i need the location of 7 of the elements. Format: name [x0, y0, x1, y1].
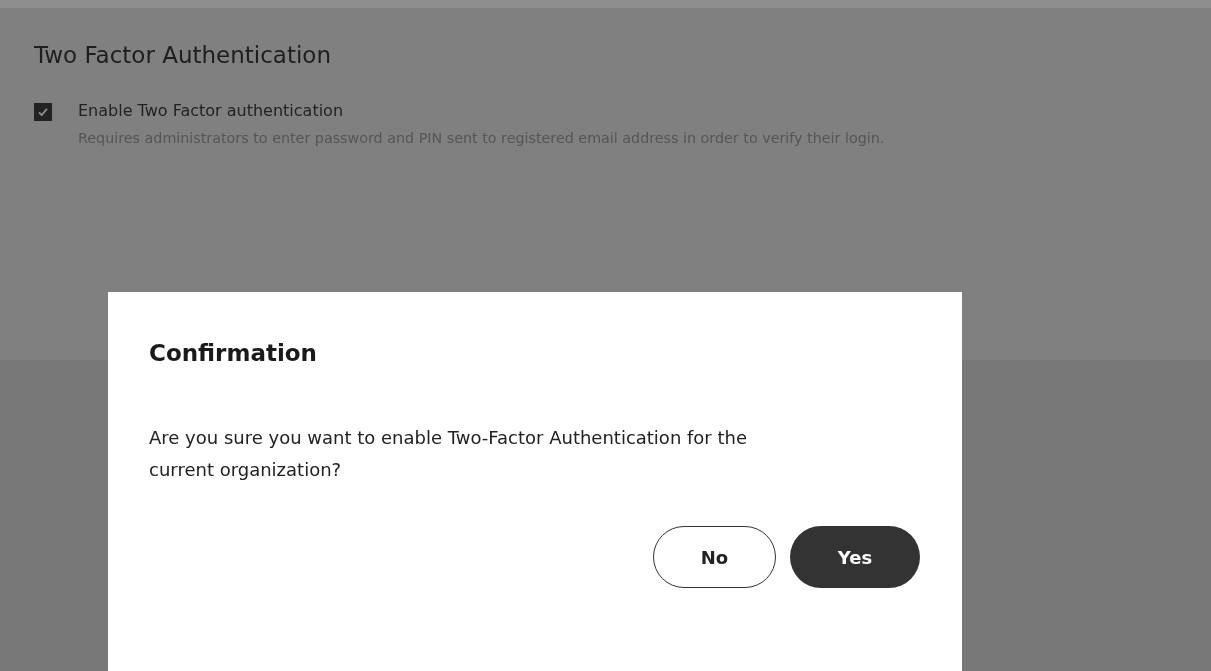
confirm-button[interactable]: Yes — [790, 526, 920, 588]
dialog-message: Are you sure you want to enable Two-Factor Authentication for the current organization? — [149, 426, 749, 482]
checkbox[interactable] — [34, 103, 52, 121]
section-title: Two Factor Authentication — [34, 41, 332, 68]
checkbox-label: Enable Two Factor authentication — [78, 101, 345, 120]
dialog-title: Confirmation — [149, 340, 318, 366]
cancel-button[interactable]: No — [653, 526, 776, 588]
